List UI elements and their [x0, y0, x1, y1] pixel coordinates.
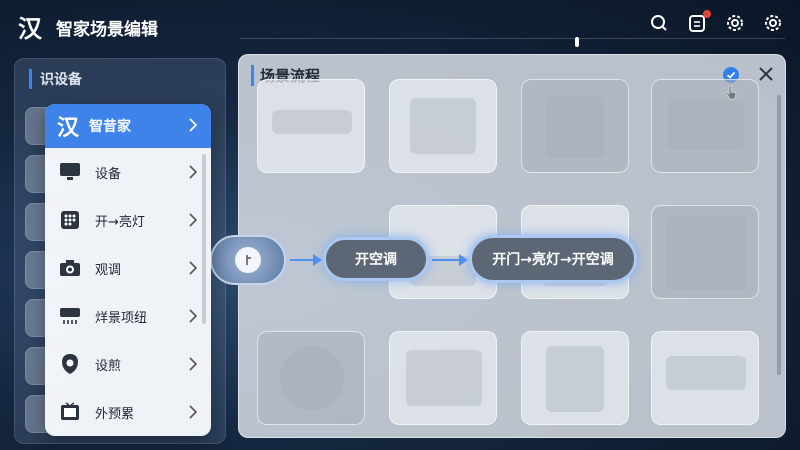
device-panel-title: 识设备: [29, 69, 82, 89]
menu-item-label: 外预累: [95, 406, 135, 422]
menu-header-label: 智昔家: [89, 119, 132, 135]
air-conditioner-icon: [59, 305, 81, 327]
camera-icon: [59, 257, 81, 279]
scroll-indicator: [575, 37, 579, 47]
panel-scrollbar[interactable]: [777, 95, 781, 375]
keypad-icon: [59, 209, 81, 231]
device-tile-air-conditioner[interactable]: [257, 79, 365, 173]
search-icon[interactable]: [648, 12, 670, 34]
chevron-right-icon: [189, 261, 197, 275]
menu-logo: 汉: [57, 116, 80, 141]
tv-icon: [59, 401, 81, 423]
app-logo: 汉: [18, 15, 42, 43]
device-tile-switch[interactable]: [521, 79, 629, 173]
top-toolbar: [648, 10, 784, 34]
chevron-right-icon: [189, 165, 197, 179]
clipboard-icon[interactable]: [686, 10, 711, 34]
menu-item-security[interactable]: 设煎: [45, 340, 211, 388]
menu-item-devices[interactable]: 设备: [45, 148, 211, 196]
app-title: 智家场景编辑: [56, 20, 158, 40]
menu-scrollbar[interactable]: [202, 154, 206, 324]
menu-item-label: 开→亮灯: [95, 214, 145, 230]
gear-icon[interactable]: [762, 12, 784, 34]
menu-item-label: 设备: [95, 166, 122, 182]
header-divider: [240, 38, 785, 39]
flow-arrow: [290, 254, 322, 266]
monitor-icon: [59, 161, 81, 183]
chevron-right-icon: [189, 357, 197, 371]
menu-item-scene[interactable]: 烊景项纽: [45, 292, 211, 340]
toggle-icon: [235, 247, 261, 273]
chevron-right-icon: [189, 405, 197, 419]
close-icon: [759, 67, 773, 81]
chevron-right-icon: [189, 118, 197, 132]
menu-header[interactable]: 汉 智昔家: [45, 104, 211, 148]
device-tile-monitor[interactable]: [651, 79, 759, 173]
menu-item-label: 烊景项纽: [95, 310, 148, 326]
flow-node-ac-on[interactable]: 开空调: [323, 237, 429, 281]
flow-arrow: [432, 254, 468, 266]
chevron-right-icon: [189, 213, 197, 227]
menu-item-external[interactable]: 外预累: [45, 388, 211, 436]
device-tile-sensor[interactable]: [257, 331, 365, 425]
menu-item-label: 观调: [95, 262, 122, 278]
notification-badge: [703, 10, 711, 18]
menu-item-light-on[interactable]: 开→亮灯: [45, 196, 211, 244]
device-category-menu: 汉 智昔家 设备 开→亮灯 观调 烊景项纽 设煎 外预累: [45, 104, 211, 436]
settings-icon[interactable]: [724, 12, 746, 34]
device-tile-display[interactable]: [389, 331, 497, 425]
device-tile-curtain[interactable]: [651, 205, 759, 299]
chevron-right-icon: [189, 309, 197, 323]
flow-start-node[interactable]: [210, 235, 286, 285]
menu-item-camera[interactable]: 观调: [45, 244, 211, 292]
device-tile-ac-unit[interactable]: [651, 331, 759, 425]
top-bar: 汉 智家场景编辑: [0, 0, 800, 46]
menu-item-label: 设煎: [95, 358, 122, 374]
device-tile-panel[interactable]: [389, 79, 497, 173]
device-tile-lock[interactable]: [521, 331, 629, 425]
close-button[interactable]: [755, 63, 777, 85]
shield-icon: [59, 353, 81, 375]
flow-node-sequence[interactable]: 开门→亮灯→开空调: [469, 235, 637, 283]
